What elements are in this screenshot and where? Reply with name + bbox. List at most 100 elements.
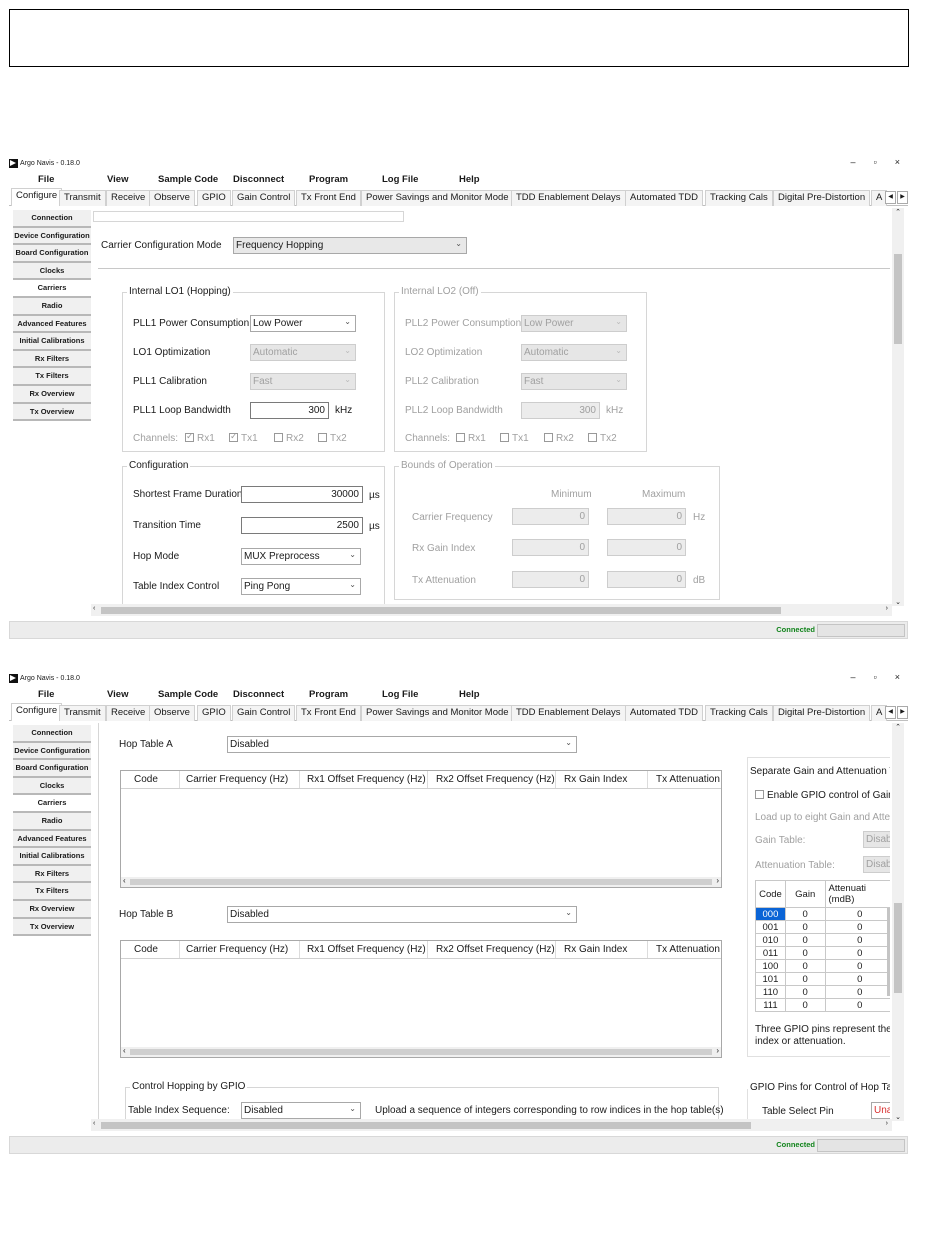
tab-observe[interactable]: Observe bbox=[149, 190, 195, 206]
menu-program[interactable]: Program bbox=[309, 174, 348, 185]
scroll-thumb[interactable] bbox=[894, 903, 902, 993]
table-index-sequence-select[interactable]: Disabled ⌄ bbox=[241, 1102, 361, 1119]
table-row[interactable]: 010 0 0 bbox=[755, 933, 890, 947]
nav-radio[interactable]: Radio bbox=[13, 812, 91, 831]
menu-view[interactable]: View bbox=[107, 689, 128, 700]
menu-file[interactable]: File bbox=[38, 174, 54, 185]
maximize-icon[interactable]: ▫ bbox=[874, 157, 877, 167]
pll2-bw-input[interactable]: 300 bbox=[521, 402, 600, 419]
tab-power-savings[interactable]: Power Savings and Monitor Mode bbox=[361, 190, 514, 206]
minimize-icon[interactable]: – bbox=[851, 672, 856, 682]
transition-time-input[interactable]: 2500 bbox=[241, 517, 363, 534]
tab-digital-pre-distortion[interactable]: Digital Pre-Distortion bbox=[773, 190, 871, 206]
tab-digital-pre-distortion[interactable]: Digital Pre-Distortion bbox=[773, 705, 871, 721]
menu-sample-code[interactable]: Sample Code bbox=[158, 174, 218, 185]
scroll-left-icon[interactable]: ‹ bbox=[93, 605, 95, 612]
code-cell[interactable]: 110 bbox=[755, 985, 786, 999]
tab-configure[interactable]: Configure bbox=[11, 703, 63, 721]
pll2-cal-select[interactable]: Fast ⌄ bbox=[521, 373, 627, 390]
menu-disconnect[interactable]: Disconnect bbox=[233, 174, 284, 185]
scroll-thumb[interactable] bbox=[894, 254, 902, 344]
code-cell[interactable]: 011 bbox=[755, 946, 786, 960]
lo1-channel-rx2[interactable]: Rx2 bbox=[274, 433, 304, 444]
close-icon[interactable]: × bbox=[895, 672, 900, 682]
tab-tdd-enablement-delays[interactable]: TDD Enablement Delays bbox=[511, 190, 626, 206]
gain-cell[interactable]: 0 bbox=[784, 959, 826, 973]
nav-advanced-features[interactable]: Advanced Features bbox=[13, 315, 91, 334]
nav-connection[interactable]: Connection bbox=[13, 725, 91, 743]
menu-log-file[interactable]: Log File bbox=[382, 689, 418, 700]
lo1-channel-tx2[interactable]: Tx2 bbox=[318, 433, 347, 444]
tab-gain-control[interactable]: Gain Control bbox=[232, 190, 296, 206]
scroll-right-icon[interactable]: › bbox=[886, 605, 888, 612]
gain-table-select[interactable]: Disab bbox=[863, 831, 890, 848]
hop-table-b-grid[interactable]: Code Carrier Frequency (Hz) Rx1 Offset F… bbox=[120, 940, 722, 1058]
scroll-right-icon[interactable]: › bbox=[716, 876, 719, 885]
menu-file[interactable]: File bbox=[38, 689, 54, 700]
gain-cell[interactable]: 0 bbox=[784, 946, 826, 960]
atten-cell[interactable]: 0 bbox=[824, 985, 890, 999]
grid-scrollbar[interactable]: ‹ › bbox=[121, 1046, 721, 1057]
atten-cell[interactable]: 0 bbox=[824, 946, 890, 960]
table-row[interactable]: 001 0 0 bbox=[755, 920, 890, 934]
menu-sample-code[interactable]: Sample Code bbox=[158, 689, 218, 700]
nav-radio[interactable]: Radio bbox=[13, 297, 91, 316]
scroll-up-icon[interactable]: ⌃ bbox=[892, 723, 904, 731]
gain-table-scroll-thumb[interactable] bbox=[887, 908, 890, 996]
bounds-txatten-min[interactable]: 0 bbox=[512, 571, 589, 588]
atten-cell[interactable]: 0 bbox=[824, 907, 890, 921]
atten-cell[interactable]: 0 bbox=[824, 972, 890, 986]
bounds-txatten-max[interactable]: 0 bbox=[607, 571, 686, 588]
code-cell[interactable]: 101 bbox=[755, 972, 786, 986]
atten-cell[interactable]: 0 bbox=[824, 920, 890, 934]
scroll-left-icon[interactable]: ‹ bbox=[93, 1120, 95, 1127]
scroll-right-icon[interactable]: › bbox=[716, 1046, 719, 1055]
lo2-channel-tx2[interactable]: Tx2 bbox=[588, 433, 617, 444]
nav-initial-calibrations[interactable]: Initial Calibrations bbox=[13, 333, 91, 351]
pll1-cal-select[interactable]: Fast ⌄ bbox=[250, 373, 356, 390]
frame-duration-input[interactable]: 30000 bbox=[241, 486, 363, 503]
tab-gpio[interactable]: GPIO bbox=[197, 190, 231, 206]
nav-advanced-features[interactable]: Advanced Features bbox=[13, 830, 91, 849]
table-select-pin-select[interactable]: Una bbox=[871, 1102, 890, 1119]
tab-tx-front-end[interactable]: Tx Front End bbox=[296, 705, 361, 721]
table-row[interactable]: 100 0 0 bbox=[755, 959, 890, 973]
nav-clocks[interactable]: Clocks bbox=[13, 262, 91, 281]
menu-help[interactable]: Help bbox=[459, 174, 480, 185]
nav-initial-calibrations[interactable]: Initial Calibrations bbox=[13, 848, 91, 866]
table-row[interactable]: 011 0 0 bbox=[755, 946, 890, 960]
tab-scroll-right-icon[interactable]: ▶ bbox=[897, 191, 908, 204]
gain-cell[interactable]: 0 bbox=[784, 985, 826, 999]
scroll-up-icon[interactable]: ⌃ bbox=[892, 208, 904, 216]
atten-cell[interactable]: 0 bbox=[824, 998, 890, 1012]
bounds-rxgain-min[interactable]: 0 bbox=[512, 539, 589, 556]
menu-program[interactable]: Program bbox=[309, 689, 348, 700]
tab-tx-front-end[interactable]: Tx Front End bbox=[296, 190, 361, 206]
gain-cell[interactable]: 0 bbox=[784, 972, 826, 986]
tab-scroll-left-icon[interactable]: ◀ bbox=[885, 191, 896, 204]
close-icon[interactable]: × bbox=[895, 157, 900, 167]
tab-automated-tdd[interactable]: Automated TDD bbox=[625, 705, 703, 721]
table-row[interactable]: 000 0 0 bbox=[755, 907, 890, 921]
lo1-channel-tx1[interactable]: Tx1 bbox=[229, 431, 258, 444]
gain-cell[interactable]: 0 bbox=[784, 920, 826, 934]
nav-carriers[interactable]: Carriers bbox=[13, 280, 91, 298]
lo1-channel-rx1[interactable]: Rx1 bbox=[185, 431, 215, 444]
table-row[interactable]: 101 0 0 bbox=[755, 972, 890, 986]
hop-table-b-select[interactable]: Disabled ⌄ bbox=[227, 906, 577, 923]
tab-power-savings[interactable]: Power Savings and Monitor Mode bbox=[361, 705, 514, 721]
tab-tracking-cals[interactable]: Tracking Cals bbox=[705, 705, 773, 721]
nav-clocks[interactable]: Clocks bbox=[13, 777, 91, 796]
gain-cell[interactable]: 0 bbox=[784, 907, 826, 921]
nav-rx-filters[interactable]: Rx Filters bbox=[13, 865, 91, 884]
nav-rx-overview[interactable]: Rx Overview bbox=[13, 385, 91, 404]
nav-connection[interactable]: Connection bbox=[13, 210, 91, 228]
code-cell[interactable]: 100 bbox=[755, 959, 786, 973]
lo2-channel-rx1[interactable]: Rx1 bbox=[456, 433, 486, 444]
table-row[interactable]: 111 0 0 bbox=[755, 998, 890, 1012]
nav-device-configuration[interactable]: Device Configuration bbox=[13, 227, 91, 246]
atten-cell[interactable]: 0 bbox=[824, 959, 890, 973]
lo2-channel-rx2[interactable]: Rx2 bbox=[544, 433, 574, 444]
nav-rx-overview[interactable]: Rx Overview bbox=[13, 900, 91, 919]
horizontal-scrollbar[interactable]: ‹ › bbox=[91, 604, 892, 616]
